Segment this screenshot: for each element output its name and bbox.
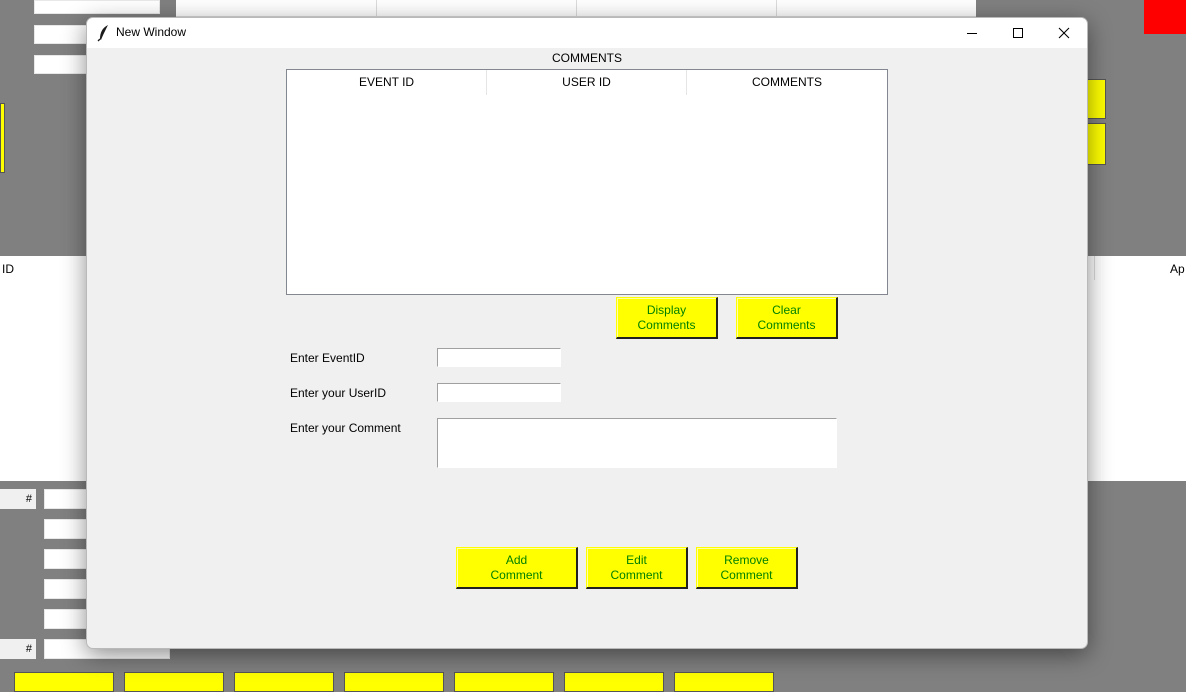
comments-section-title: COMMENTS	[552, 51, 622, 65]
display-comments-button[interactable]: Display Comments	[616, 297, 718, 339]
bg-button-left	[0, 103, 5, 173]
bg-bottom-button-7	[674, 672, 774, 692]
bg-col-ap-label: Ap	[1170, 262, 1185, 276]
window-title: New Window	[116, 25, 187, 39]
column-header-user-id[interactable]: USER ID	[487, 70, 687, 95]
remove-comment-button[interactable]: Remove Comment	[696, 547, 798, 589]
add-comment-button[interactable]: Add Comment	[456, 547, 578, 589]
bg-field-2	[34, 25, 90, 44]
comments-table-header: EVENT ID USER ID COMMENTS	[287, 70, 887, 95]
bg-field-1	[34, 0, 160, 14]
minimize-button[interactable]	[949, 18, 995, 48]
bg-bottom-button-6	[564, 672, 664, 692]
comment-textbox[interactable]	[437, 418, 837, 468]
event-id-input[interactable]	[437, 348, 561, 367]
feather-icon	[97, 25, 108, 42]
minimize-icon	[967, 33, 977, 34]
bg-hash-1: #	[0, 489, 36, 509]
bg-bottom-button-2	[124, 672, 224, 692]
bg-col-id-label: ID	[2, 262, 14, 276]
bg-hash-2: #	[0, 639, 36, 659]
comment-label: Enter your Comment	[290, 421, 401, 435]
edit-comment-button[interactable]: Edit Comment	[586, 547, 688, 589]
comments-window: New Window COMMENTS EVENT ID USER ID COM…	[86, 17, 1088, 649]
comments-table[interactable]: EVENT ID USER ID COMMENTS	[286, 69, 888, 295]
maximize-button[interactable]	[995, 18, 1041, 48]
bg-bottom-button-3	[234, 672, 334, 692]
clear-comments-button[interactable]: Clear Comments	[736, 297, 838, 339]
close-button[interactable]	[1041, 18, 1087, 48]
title-bar[interactable]: New Window	[87, 18, 1087, 48]
bg-bottom-button-1	[14, 672, 114, 692]
user-id-input[interactable]	[437, 383, 561, 402]
event-id-label: Enter EventID	[290, 351, 365, 365]
maximize-icon	[1013, 28, 1023, 38]
bg-bottom-button-4	[344, 672, 444, 692]
column-header-comments[interactable]: COMMENTS	[687, 70, 887, 95]
bg-table-header	[176, 0, 976, 17]
column-header-event-id[interactable]: EVENT ID	[287, 70, 487, 95]
bg-bottom-button-5	[454, 672, 554, 692]
bg-field-3	[34, 55, 90, 74]
bg-red-button	[1144, 0, 1186, 34]
user-id-label: Enter your UserID	[290, 386, 387, 400]
close-icon	[1058, 27, 1070, 39]
